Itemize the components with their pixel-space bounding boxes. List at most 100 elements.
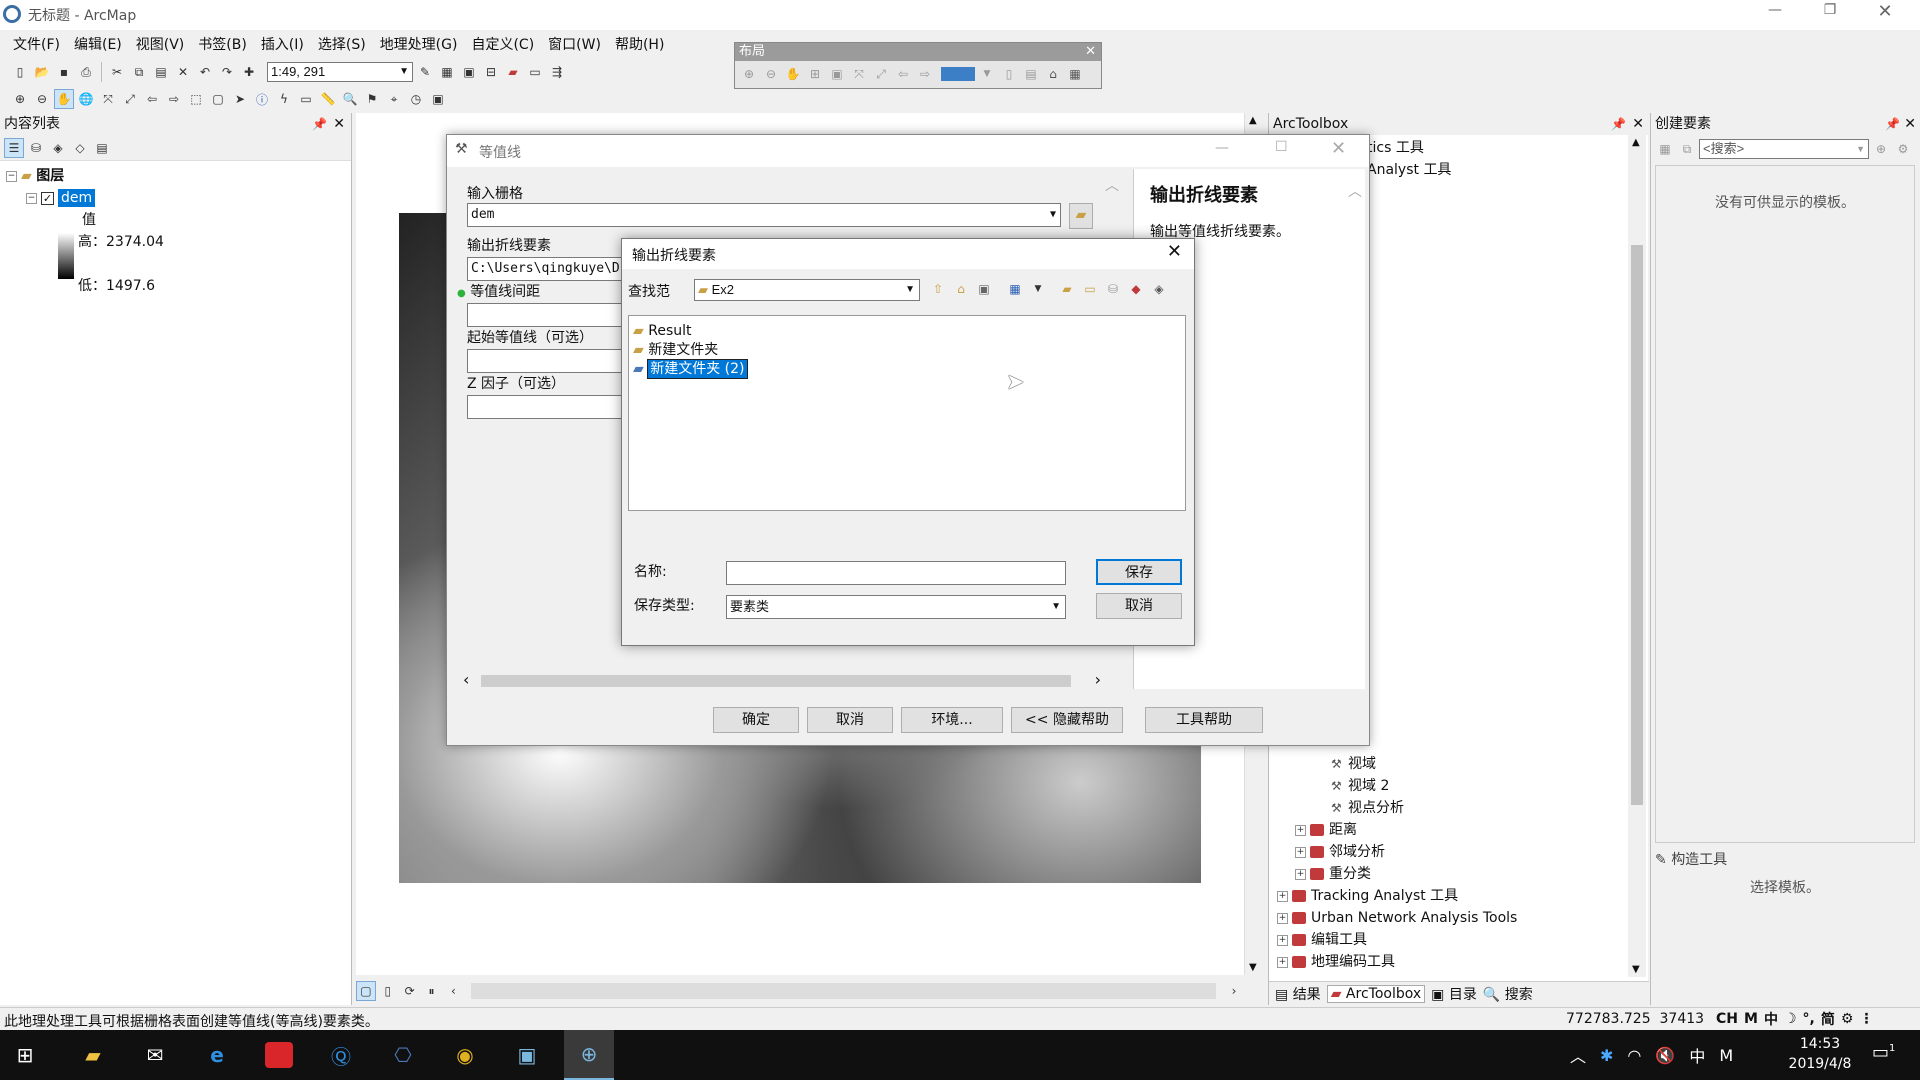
connect-to-folder-icon[interactable]: ▰ bbox=[1057, 279, 1077, 299]
expand-icon[interactable]: + bbox=[1295, 868, 1306, 880]
tool-observer-points[interactable]: ⚒ 视点分析 bbox=[1331, 797, 1404, 819]
go-to-xy-icon[interactable]: ⌖ bbox=[384, 89, 404, 109]
tab-search[interactable]: 🔍 搜索 bbox=[1483, 984, 1533, 1004]
clear-selection-icon[interactable]: ▢ bbox=[208, 89, 228, 109]
ime-moon-icon[interactable]: ☽ bbox=[1784, 1011, 1797, 1027]
identify-icon[interactable]: ⓘ bbox=[252, 89, 272, 109]
mail-icon[interactable]: ✉ bbox=[130, 1030, 180, 1080]
file-list[interactable]: ▰ Result ▰ 新建文件夹 ▰ 新建文件夹 (2) bbox=[628, 315, 1186, 511]
menu-file[interactable]: 文件(F) bbox=[6, 34, 67, 54]
view-menu-icon[interactable]: ▦ bbox=[1005, 279, 1025, 299]
fixed-zoom-in-icon[interactable]: ⤧ bbox=[98, 89, 118, 109]
toolbox-tracking[interactable]: + Tracking Analyst 工具 bbox=[1277, 885, 1458, 907]
full-extent-icon[interactable]: 🌐 bbox=[76, 89, 96, 109]
start-button-icon[interactable]: ⊞ bbox=[0, 1030, 50, 1080]
zoom-in-icon[interactable]: ⊕ bbox=[10, 89, 30, 109]
properties-icon[interactable]: ⚙ bbox=[1893, 139, 1913, 159]
layer-dem[interactable]: − ✓ dem bbox=[6, 187, 351, 209]
menu-selection[interactable]: 选择(S) bbox=[311, 34, 373, 54]
select-features-icon[interactable]: ⬚ bbox=[186, 89, 206, 109]
html-popup-icon[interactable]: ▭ bbox=[296, 89, 316, 109]
pin-icon[interactable]: 📌 bbox=[312, 113, 327, 135]
chevron-up-icon[interactable]: ︿ bbox=[1105, 175, 1119, 195]
menu-help[interactable]: 帮助(H) bbox=[608, 34, 671, 54]
input-raster-combo[interactable]: dem ▼ bbox=[467, 203, 1061, 227]
menu-bookmarks[interactable]: 书签(B) bbox=[191, 34, 254, 54]
map-horizontal-scrollbar[interactable] bbox=[471, 983, 1217, 999]
save-button[interactable]: 保存 bbox=[1096, 559, 1182, 585]
tab-results[interactable]: ▤ 结果 bbox=[1275, 984, 1321, 1004]
cut-icon[interactable]: ✂ bbox=[107, 62, 127, 82]
chevron-up-icon[interactable]: ▲ bbox=[1249, 115, 1257, 126]
notification-icon[interactable]: ▭1 bbox=[1872, 1042, 1895, 1063]
close-icon[interactable]: ✕ bbox=[1167, 241, 1182, 262]
layers-root[interactable]: − ▰ 图层 bbox=[6, 165, 351, 187]
ime-indicator[interactable]: 中 bbox=[1689, 1043, 1705, 1067]
find-icon[interactable]: 🔍 bbox=[340, 89, 360, 109]
home-icon[interactable]: ⌂ bbox=[951, 279, 971, 299]
close-icon[interactable]: ✕ bbox=[1632, 113, 1644, 135]
layer-name[interactable]: dem bbox=[58, 189, 96, 207]
zoom-out-icon[interactable]: ⊖ bbox=[32, 89, 52, 109]
create-viewer-icon[interactable]: ▣ bbox=[428, 89, 448, 109]
expand-icon[interactable]: + bbox=[1277, 956, 1288, 968]
ime-simplified-icon[interactable]: 简 bbox=[1821, 1009, 1835, 1029]
pan-icon[interactable]: ✋ bbox=[54, 89, 74, 109]
close-window-button[interactable]: ✕ bbox=[1870, 1, 1900, 22]
name-input[interactable] bbox=[726, 561, 1066, 585]
ime-more-icon[interactable]: ⋮ bbox=[1859, 1011, 1873, 1027]
edge-icon[interactable]: e bbox=[192, 1030, 242, 1080]
forward-extent-icon[interactable]: ⇨ bbox=[164, 89, 184, 109]
restore-button[interactable]: ❐ bbox=[1815, 2, 1845, 18]
list-by-visibility-icon[interactable]: ◈ bbox=[48, 138, 68, 158]
contour-dialog-titlebar[interactable]: ⚒ 等值线 — ☐ ✕ bbox=[447, 135, 1369, 167]
save-type-combo[interactable]: 要素类 ▼ bbox=[726, 595, 1066, 619]
close-icon[interactable]: ✕ bbox=[1904, 113, 1916, 135]
catalog-window-icon[interactable]: ▣ bbox=[459, 62, 479, 82]
partial-toolbox-1[interactable]: tics 工具 bbox=[1367, 137, 1424, 159]
youdao-icon[interactable] bbox=[254, 1030, 304, 1080]
chevron-down-icon[interactable]: ▼ bbox=[1632, 964, 1640, 975]
new-document-icon[interactable]: ▯ bbox=[10, 62, 30, 82]
ime-m-icon[interactable]: M bbox=[1744, 1011, 1758, 1027]
options-icon[interactable]: ▤ bbox=[92, 138, 112, 158]
minimize-button[interactable]: — bbox=[1215, 140, 1229, 156]
back-extent-icon[interactable]: ⇦ bbox=[142, 89, 162, 109]
menu-view[interactable]: 视图(V) bbox=[129, 34, 192, 54]
ime-zh-icon[interactable]: 中 bbox=[1764, 1009, 1778, 1029]
toolset-neighborhood[interactable]: + 邻域分析 bbox=[1295, 841, 1385, 863]
close-icon[interactable]: ✕ bbox=[333, 113, 345, 135]
pin-icon[interactable]: 📌 bbox=[1611, 113, 1626, 135]
partial-toolbox-2[interactable]: Analyst 工具 bbox=[1367, 159, 1451, 181]
catalog-icon[interactable]: ◈ bbox=[1149, 279, 1169, 299]
chevron-up-icon[interactable]: ︿ bbox=[1570, 1043, 1586, 1067]
data-driven-pages-icon[interactable]: ▦ bbox=[1065, 64, 1085, 84]
environments-button[interactable]: 环境... bbox=[901, 707, 1003, 733]
chevron-up-icon[interactable]: ︿ bbox=[1348, 181, 1362, 201]
file-explorer-icon[interactable]: ▰ bbox=[68, 1030, 118, 1080]
new-geodatabase-icon[interactable]: ⛁ bbox=[1103, 279, 1123, 299]
chevron-down-icon[interactable]: ▼ bbox=[1249, 962, 1257, 973]
scroll-left-icon[interactable]: ‹ bbox=[443, 981, 463, 1001]
list-by-source-icon[interactable]: ⛁ bbox=[26, 138, 46, 158]
filter-icon[interactable]: ⧉ bbox=[1677, 139, 1697, 159]
python-window-icon[interactable]: ▭ bbox=[525, 62, 545, 82]
scroll-thumb[interactable] bbox=[1631, 245, 1643, 805]
new-folder-icon[interactable]: ▭ bbox=[1080, 279, 1100, 299]
organize-templates-icon[interactable]: ▦ bbox=[1655, 139, 1675, 159]
toolbox-editing[interactable]: + 编辑工具 bbox=[1277, 929, 1367, 951]
ime-settings-icon[interactable]: ⚙ bbox=[1841, 1011, 1854, 1027]
save-cancel-button[interactable]: 取消 bbox=[1096, 593, 1182, 619]
scroll-right-icon[interactable]: › bbox=[1095, 670, 1101, 689]
zoom-100-icon[interactable]: ▣ bbox=[827, 64, 847, 84]
print-icon[interactable]: ⎙ bbox=[76, 62, 96, 82]
search-window-icon[interactable]: ⊟ bbox=[481, 62, 501, 82]
save-icon[interactable]: ▪ bbox=[54, 62, 74, 82]
ime-mode-icon[interactable]: CH bbox=[1716, 1011, 1738, 1027]
chevron-down-icon[interactable]: ▼ bbox=[1028, 279, 1048, 299]
menu-edit[interactable]: 编辑(E) bbox=[67, 34, 129, 54]
save-dialog-titlebar[interactable]: 输出折线要素 ✕ bbox=[622, 239, 1194, 269]
chevron-down-icon[interactable]: ▼ bbox=[977, 64, 997, 84]
close-icon[interactable]: ✕ bbox=[1085, 43, 1096, 61]
scroll-left-icon[interactable]: ‹ bbox=[463, 670, 469, 689]
